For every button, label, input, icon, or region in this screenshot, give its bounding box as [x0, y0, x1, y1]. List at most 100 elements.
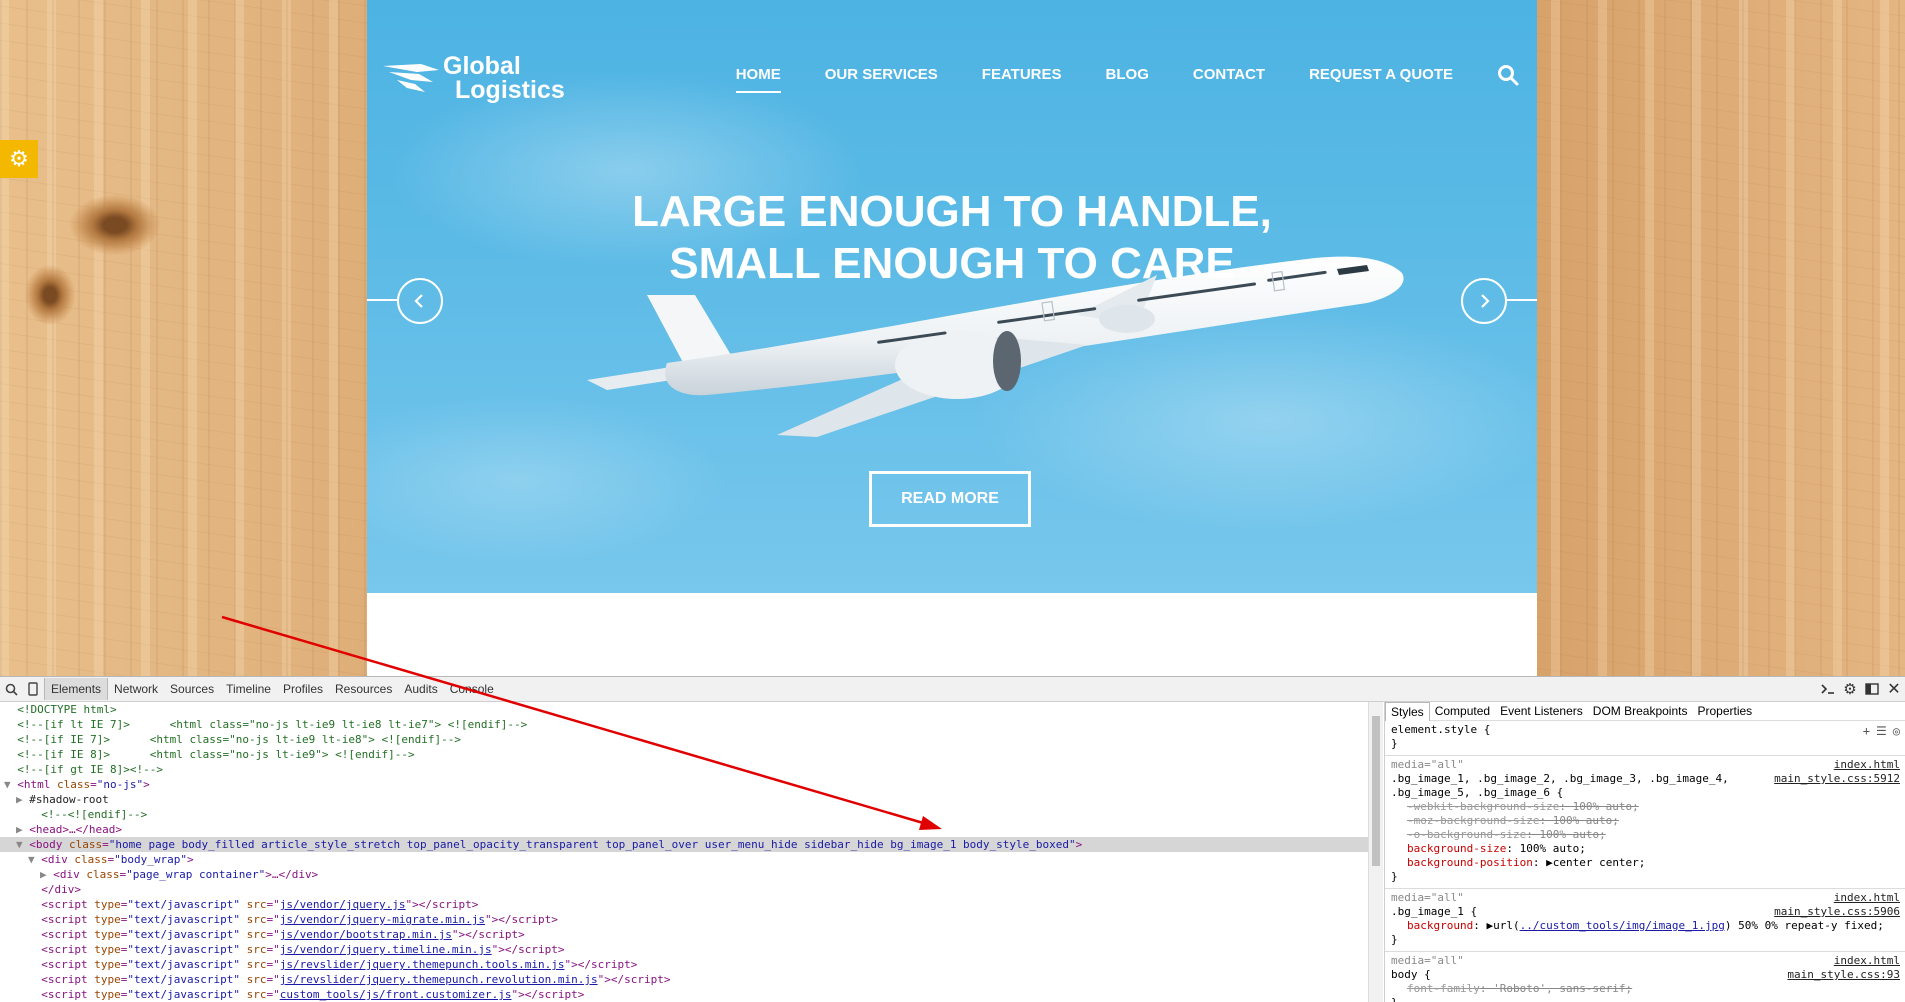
inspect-search-icon[interactable]	[0, 678, 22, 700]
dom-node-line[interactable]: ▼ <div class="body_wrap">	[0, 852, 1368, 867]
dom-node-line[interactable]: <script type="text/javascript" src="js/v…	[0, 927, 1368, 942]
tab-sources[interactable]: Sources	[164, 678, 220, 700]
slider-line-right	[1507, 299, 1537, 301]
main-navigation: HOME OUR SERVICES FEATURES BLOG CONTACT …	[735, 64, 1537, 93]
tab-profiles[interactable]: Profiles	[277, 678, 329, 700]
css-property[interactable]: -moz-background-size: 100% auto;	[1391, 814, 1900, 828]
expand-toggle-icon[interactable]: ▶	[16, 793, 29, 806]
expand-toggle-icon[interactable]: ▼	[4, 778, 17, 791]
dom-node-line[interactable]: ▼ <html class="no-js">	[0, 777, 1368, 792]
site-logo[interactable]: Global Logistics	[381, 52, 565, 104]
dom-scrollbar[interactable]	[1368, 702, 1383, 1002]
css-rule: + ☰ ◎ element.style {}	[1385, 721, 1905, 756]
tab-network[interactable]: Network	[108, 678, 164, 700]
dom-node-line[interactable]: <!--[if IE 7]> <html class="no-js lt-ie9…	[0, 732, 1368, 747]
nav-blog[interactable]: BLOG	[1106, 66, 1149, 93]
chevron-right-icon	[1481, 294, 1490, 308]
dom-node-line[interactable]: ▼ <body class="home page body_filled art…	[0, 837, 1368, 852]
add-rule-icon[interactable]: +	[1863, 724, 1870, 738]
tab-elements[interactable]: Elements	[44, 678, 109, 700]
console-drawer-icon[interactable]	[1817, 678, 1839, 700]
dom-node-line[interactable]: <script type="text/javascript" src="js/v…	[0, 912, 1368, 927]
read-more-button[interactable]: READ MORE	[869, 471, 1031, 527]
dom-node-line[interactable]: ▶ <head>…</head>	[0, 822, 1368, 837]
dom-node-line[interactable]: </div>	[0, 882, 1368, 897]
logo-line-1: Global	[443, 52, 521, 80]
nav-request-a-quote[interactable]: REQUEST A QUOTE	[1309, 66, 1453, 93]
dom-node-line[interactable]: ▶ <div class="page_wrap container">…</di…	[0, 867, 1368, 882]
dom-node-line[interactable]: <script type="text/javascript" src="js/v…	[0, 942, 1368, 957]
tab-dom-breakpoints[interactable]: DOM Breakpoints	[1588, 702, 1693, 720]
styles-tabs: Styles Computed Event Listeners DOM Brea…	[1385, 702, 1905, 721]
css-property[interactable]: background-position: ▶center center;	[1391, 856, 1900, 870]
gear-icon[interactable]: ⚙	[1839, 678, 1861, 700]
device-mode-icon[interactable]	[22, 678, 44, 700]
dom-node-line[interactable]: <!--[if gt IE 8]><!-->	[0, 762, 1368, 777]
wood-knot	[70, 195, 160, 255]
tab-styles[interactable]: Styles	[1385, 702, 1430, 721]
slider-prev-button[interactable]	[397, 278, 443, 324]
slider-next-button[interactable]	[1461, 278, 1507, 324]
expand-toggle-icon[interactable]: ▼	[16, 838, 29, 851]
rule-source-link[interactable]: main_style.css:93	[1787, 968, 1900, 982]
expand-toggle-icon[interactable]: ▼	[28, 853, 41, 866]
tab-timeline[interactable]: Timeline	[220, 678, 277, 700]
color-picker-icon[interactable]: ◎	[1893, 724, 1900, 738]
rule-source-link[interactable]: main_style.css:5906	[1774, 905, 1900, 919]
slider-line-left	[367, 299, 397, 301]
nav-contact[interactable]: CONTACT	[1193, 66, 1265, 93]
dom-node-line[interactable]: <!--<![endif]-->	[0, 807, 1368, 822]
gear-icon: ⚙	[9, 146, 29, 171]
wing-icon	[383, 64, 439, 92]
close-icon[interactable]: ✕	[1883, 678, 1905, 700]
logo-text: Global Logistics	[443, 52, 565, 104]
dom-node-line[interactable]: <script type="text/javascript" src="cust…	[0, 987, 1368, 1002]
css-property[interactable]: -webkit-background-size: 100% auto;	[1391, 800, 1900, 814]
rule-source-link[interactable]: index.html	[1834, 891, 1900, 905]
dom-node-line[interactable]: <!--[if IE 8]> <html class="no-js lt-ie9…	[0, 747, 1368, 762]
dom-node-line[interactable]: <script type="text/javascript" src="js/r…	[0, 957, 1368, 972]
tab-properties[interactable]: Properties	[1692, 702, 1757, 720]
rule-source-link[interactable]: index.html	[1834, 954, 1900, 968]
settings-gear-button[interactable]: ⚙	[0, 140, 38, 178]
css-property[interactable]: background: ▶url(../custom_tools/img/ima…	[1391, 919, 1900, 933]
css-rules: + ☰ ◎ element.style {} media="all" index.html…	[1385, 721, 1905, 1002]
dom-node-line[interactable]: <script type="text/javascript" src="js/v…	[0, 897, 1368, 912]
search-icon[interactable]	[1497, 64, 1519, 86]
rule-source-link[interactable]: main_style.css:5912	[1774, 772, 1900, 786]
expand-toggle-icon[interactable]: ▶	[16, 823, 29, 836]
tab-audits[interactable]: Audits	[398, 678, 443, 700]
dom-node-line[interactable]: <!--[if lt IE 7]> <html class="no-js lt-…	[0, 717, 1368, 732]
css-property[interactable]: background-size: 100% auto;	[1391, 842, 1900, 856]
toggle-state-icon[interactable]: ☰	[1876, 724, 1887, 738]
nav-our-services[interactable]: OUR SERVICES	[825, 66, 938, 93]
nav-features[interactable]: FEATURES	[982, 66, 1062, 93]
nav-home[interactable]: HOME	[735, 66, 781, 93]
css-property[interactable]: -o-background-size: 100% auto;	[1391, 828, 1900, 842]
dom-node-line[interactable]: ▶ #shadow-root	[0, 792, 1368, 807]
boxed-page-content: Global Logistics HOME OUR SERVICES FEATU…	[367, 0, 1537, 676]
dock-icon[interactable]	[1861, 678, 1883, 700]
tab-console[interactable]: Console	[444, 678, 500, 700]
devtools-toolbar: Elements Network Sources Timeline Profil…	[0, 677, 1905, 702]
dom-node-line[interactable]: <script type="text/javascript" src="js/r…	[0, 972, 1368, 987]
dom-node-line[interactable]: <!DOCTYPE html>	[0, 702, 1368, 717]
css-property[interactable]: font-family: 'Roboto', sans-serif;	[1391, 982, 1900, 996]
tab-computed[interactable]: Computed	[1430, 702, 1495, 720]
tab-event-listeners[interactable]: Event Listeners	[1495, 702, 1588, 720]
webpage-viewport: ⚙ Global Logistics HOME OUR SERVICES FEA…	[0, 0, 1905, 676]
wood-knot	[25, 265, 75, 325]
logo-line-2: Logistics	[455, 76, 565, 104]
rule-source-link[interactable]: index.html	[1834, 758, 1900, 772]
tab-resources[interactable]: Resources	[329, 678, 398, 700]
expand-toggle-icon[interactable]: ▶	[40, 868, 53, 881]
